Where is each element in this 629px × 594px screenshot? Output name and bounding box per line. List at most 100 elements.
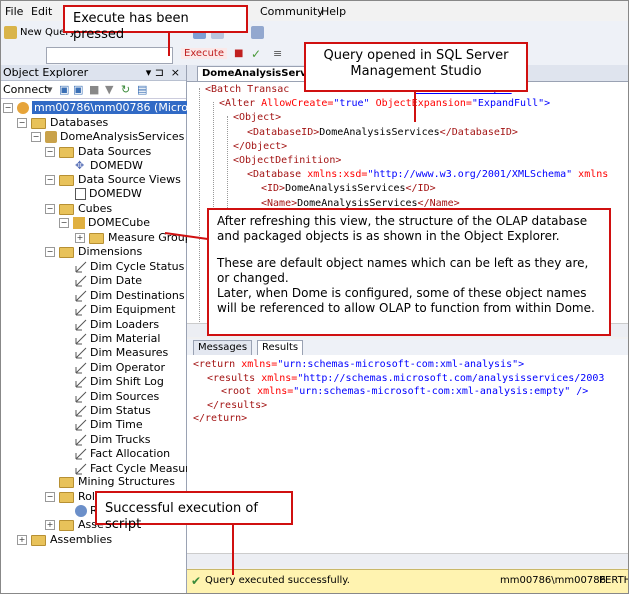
connect-dropdown-icon[interactable]: ▾ <box>47 83 53 96</box>
dimension-label: Dim Material <box>90 332 161 345</box>
callout-pointer <box>168 33 170 56</box>
tree-node-dimension[interactable]: Dim Time <box>75 418 143 432</box>
dsv-label: Data Source Views <box>78 173 181 186</box>
menu-edit[interactable]: Edit <box>31 5 52 18</box>
tree-node-domecube[interactable]: − DOMECube <box>59 216 150 230</box>
tree-node-dimension[interactable]: Fact Allocation <box>75 447 170 461</box>
collapse-icon[interactable]: − <box>45 147 55 157</box>
dimension-label: Dim Trucks <box>90 432 151 446</box>
menu-help[interactable]: Help <box>321 5 346 18</box>
tree-node-dimension[interactable]: Dim Sources <box>75 390 159 404</box>
expand-icon[interactable]: + <box>45 520 55 530</box>
dimension-icon <box>75 261 87 273</box>
status-server: PERTH <box>599 575 629 586</box>
tree-node-dimension[interactable]: Dim Shift Log <box>75 375 164 389</box>
stop-icon[interactable]: ■ <box>89 83 99 96</box>
folder-icon <box>59 476 74 488</box>
expand-icon[interactable]: + <box>75 233 85 243</box>
callout-query-text: Query opened in SQL Server Management St… <box>323 48 509 80</box>
collapse-icon[interactable]: − <box>59 218 69 228</box>
tree-node-data-sources[interactable]: − Data Sources <box>45 145 151 159</box>
callout-success: Successful execution of script <box>95 491 293 532</box>
collapse-icon[interactable]: − <box>31 132 41 142</box>
tree-node-assemblies[interactable]: + Assemblies <box>17 533 112 547</box>
callout-pointer <box>414 92 416 122</box>
database-combo[interactable] <box>46 47 173 64</box>
database-icon <box>45 131 57 143</box>
tree-node-databases[interactable]: − Databases <box>17 116 108 130</box>
parse-icon[interactable]: ✓ <box>251 47 261 61</box>
tree-node-dsv[interactable]: − Data Source Views <box>45 173 181 187</box>
domedw-source-label: DOMEDW <box>90 159 143 172</box>
folder-icon <box>89 232 104 244</box>
callout-refresh-p2: These are default object names which can… <box>217 256 589 285</box>
tree-node-dimension[interactable]: Dim Material <box>75 332 160 346</box>
collapse-icon[interactable]: − <box>45 247 55 257</box>
folder-icon <box>59 146 74 158</box>
expand-icon[interactable]: + <box>17 535 27 545</box>
tree-node-mining[interactable]: Mining Structures <box>59 475 175 489</box>
tree-node-cubes[interactable]: − Cubes <box>45 202 112 216</box>
code-line: </Object> <box>233 140 288 152</box>
dimension-icon <box>75 290 87 302</box>
collapse-icon[interactable]: − <box>17 118 27 128</box>
dimension-icon <box>75 319 87 331</box>
dimension-label: Dim Destinations <box>90 288 185 302</box>
tree-node-dimension[interactable]: Dim Date <box>75 274 142 288</box>
results-pane[interactable]: <return xmlns="urn:schemas-microsoft-com… <box>187 355 628 555</box>
tree-node-dimension[interactable]: Dim Measures <box>75 346 168 360</box>
databases-label: Databases <box>50 116 109 129</box>
domecube-label: DOMECube <box>88 216 150 229</box>
menu-community[interactable]: Community <box>260 5 324 18</box>
tree-node-dimension[interactable]: Dim Trucks <box>75 433 150 447</box>
tree-node-dimension[interactable]: Dim Operator <box>75 361 165 375</box>
dimension-label: Fact Cycle Measures <box>90 461 202 475</box>
disconnect-icon[interactable]: ▣ <box>73 83 83 96</box>
code-line: <Alter AllowCreate="true" ObjectExpansio… <box>219 98 551 110</box>
messages-tab-label: Messages <box>198 342 248 353</box>
tree-node-dimension[interactable]: Dim Loaders <box>75 318 159 332</box>
close-icon[interactable]: × <box>171 65 180 80</box>
folder-icon <box>31 117 46 129</box>
toolbar-separator-icon: ≡ <box>273 47 283 60</box>
mining-label: Mining Structures <box>78 475 175 488</box>
refresh-icon[interactable]: ↻ <box>121 83 130 96</box>
database-label: DomeAnalysisServices <box>60 130 185 143</box>
dimension-icon <box>75 463 87 475</box>
menu-file[interactable]: File <box>5 5 23 18</box>
collapse-icon[interactable]: − <box>45 175 55 185</box>
connect-icon[interactable]: ▣ <box>59 83 69 96</box>
dimension-label: Dim Equipment <box>90 303 176 317</box>
collapse-icon[interactable]: − <box>45 204 55 214</box>
summary-icon[interactable]: ▤ <box>137 83 147 96</box>
callout-refresh: After refreshing this view, the structur… <box>207 208 611 336</box>
folder-icon <box>59 246 74 258</box>
toolbar-icon[interactable] <box>251 26 264 39</box>
tree-node-dimension[interactable]: Dim Equipment <box>75 303 175 317</box>
collapse-icon[interactable]: − <box>3 103 13 113</box>
execute-button[interactable]: Execute <box>181 48 227 59</box>
data-source-icon: ✥ <box>75 159 85 172</box>
dimension-icon <box>75 391 87 403</box>
tree-node-dimension[interactable]: Dim Cycle Status <box>75 260 184 274</box>
dimension-label: Dim Operator <box>90 360 165 374</box>
tree-node-dimension[interactable]: Dim Destinations <box>75 289 185 303</box>
result-line: <root xmlns="urn:schemas-microsoft-com:x… <box>221 386 589 397</box>
tab-results[interactable]: Results <box>257 340 304 355</box>
object-explorer-toolbar: Connect ▾ ▣ ▣ ■ ▼ ↻ ▤ <box>1 81 186 99</box>
stop-icon[interactable]: ■ <box>234 48 243 59</box>
filter-icon[interactable]: ▼ <box>105 83 113 96</box>
tree-node-dimensions[interactable]: − Dimensions <box>45 245 142 259</box>
pin-icon[interactable]: ▾ ⊐ <box>146 65 164 80</box>
folder-icon <box>59 491 74 503</box>
dimension-label: Dim Measures <box>90 346 169 360</box>
tree-node-domedw-source[interactable]: ✥ DOMEDW <box>75 159 143 173</box>
tree-node-domedw-view[interactable]: DOMEDW <box>75 187 142 201</box>
tree-node-dimension[interactable]: Dim Status <box>75 404 151 418</box>
tree-node-database[interactable]: − DomeAnalysisServices <box>31 130 184 144</box>
collapse-icon[interactable]: − <box>45 492 55 502</box>
connect-button[interactable]: Connect <box>3 83 48 96</box>
tab-messages[interactable]: Messages <box>193 340 253 355</box>
results-horizontal-scrollbar[interactable] <box>187 553 628 567</box>
tree-node-dimension[interactable]: Fact Cycle Measures <box>75 462 202 476</box>
